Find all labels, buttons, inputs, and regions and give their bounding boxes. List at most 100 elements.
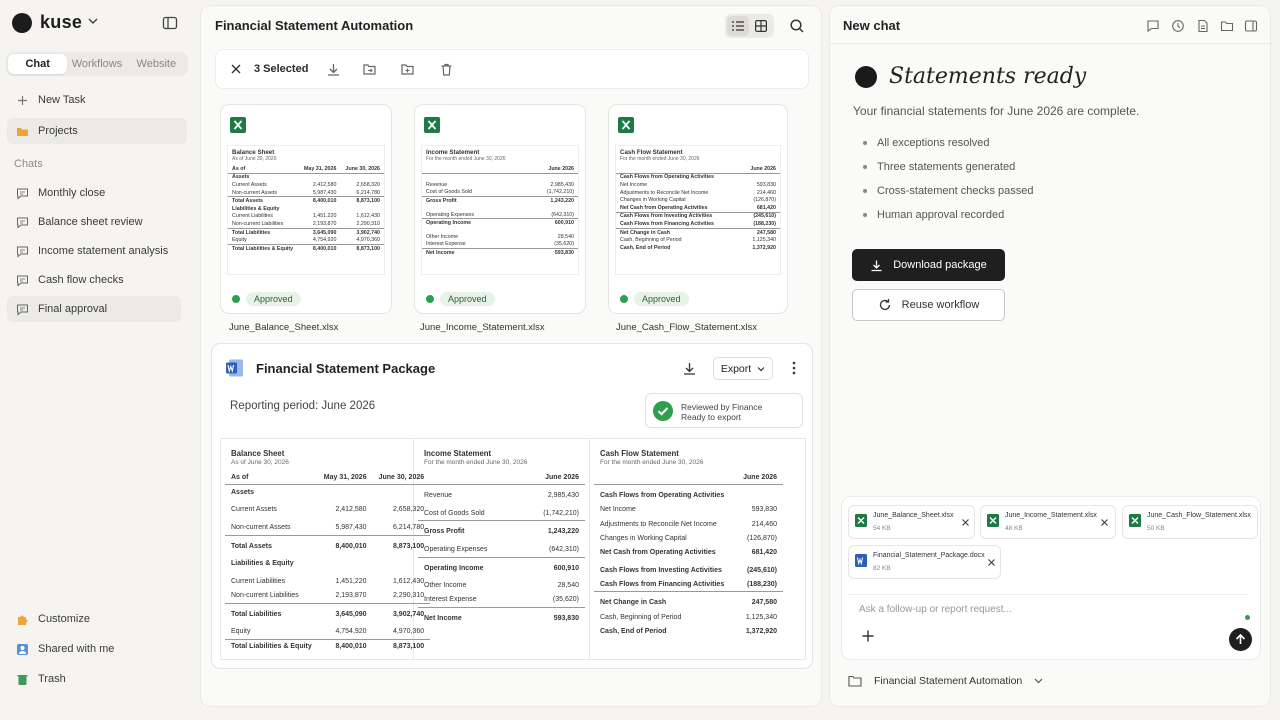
sidebar-item-customize[interactable]: Customize [7, 606, 187, 632]
selection-toolbar: 3 Selected [215, 49, 809, 89]
export-button[interactable]: Export [713, 357, 773, 380]
tab-workflows[interactable]: Workflows [67, 54, 126, 74]
chat-bubble-icon [17, 246, 28, 258]
remove-attachment-icon[interactable] [961, 518, 970, 527]
project-selector-label: Financial Statement Automation [874, 675, 1023, 687]
attachment-name: June_Balance_Sheet.xlsx [873, 512, 954, 519]
attachment-name: June_Cash_Flow_Statement.xlsx [1147, 512, 1251, 519]
file-card-cash-flow[interactable]: Cash Flow Statement For the month ended … [608, 104, 788, 314]
sidebar-item-projects[interactable]: Projects [7, 118, 187, 144]
move-to-icon[interactable] [362, 62, 377, 77]
export-label: Export [720, 362, 752, 375]
file-name[interactable]: June_Balance_Sheet.xlsx [229, 322, 338, 333]
excel-file-icon [855, 514, 867, 527]
balance-sheet-preview: Balance Sheet As of June 30, 2026 As of M… [227, 145, 385, 275]
chat-item-balance-sheet-review[interactable]: Balance sheet review [7, 209, 187, 235]
clear-selection-icon[interactable] [230, 63, 242, 75]
panel-toggle-icon[interactable] [1244, 19, 1258, 33]
status-badge: Approved [426, 291, 495, 307]
package-sheets: Balance Sheet As of June 30, 2026 As of M… [220, 438, 806, 660]
view-toggle [725, 14, 774, 38]
list-view-icon[interactable] [727, 16, 749, 36]
add-attachment-icon[interactable] [861, 629, 875, 643]
customize-label: Customize [38, 613, 90, 625]
brand-logo[interactable]: kuse [12, 12, 82, 33]
reuse-workflow-button[interactable]: Reuse workflow [852, 289, 1005, 321]
new-task-label: New Task [38, 94, 86, 106]
download-icon[interactable] [682, 361, 697, 376]
mode-tabs: Chat Workflows Website [6, 52, 188, 76]
reporting-period: Reporting period: June 2026 [230, 400, 376, 412]
word-file-icon [855, 554, 867, 567]
sidebar-toggle-icon[interactable] [162, 15, 178, 31]
file-card-balance-sheet[interactable]: Balance Sheet As of June 30, 2026 As of M… [220, 104, 392, 314]
preview-table: June 2026 Revenue 2,985,430 Cost of Goods… [422, 165, 578, 257]
sidebar-item-trash[interactable]: Trash [7, 666, 187, 692]
brand-name: kuse [40, 12, 83, 32]
chat-item-label: Final approval [38, 303, 108, 315]
brand-mark-icon [12, 12, 32, 33]
status-label: Approved [440, 292, 495, 306]
new-chat-icon[interactable] [1146, 19, 1160, 33]
chat-item-final-approval[interactable]: Final approval [7, 296, 181, 322]
folder-icon[interactable] [1220, 19, 1234, 33]
review-status-line: Reviewed by Finance [681, 402, 763, 412]
message-heading: Statements ready [889, 64, 1087, 89]
folder-icon [17, 127, 28, 136]
section-title: Income Statement [424, 449, 492, 458]
document-icon[interactable] [1196, 19, 1210, 33]
send-button[interactable] [1229, 628, 1252, 651]
new-folder-icon[interactable] [400, 62, 415, 77]
message-composer: June_Balance_Sheet.xlsx 54 KB June_Incom… [841, 496, 1261, 660]
sidebar-item-shared[interactable]: Shared with me [7, 636, 187, 662]
status-dot [620, 295, 628, 303]
preview-table: June 2026 Cash Flows from Operating Acti… [616, 165, 780, 252]
preview-subtitle: As of June 30, 2026 [232, 156, 277, 162]
delete-icon[interactable] [439, 62, 454, 77]
download-icon[interactable] [326, 62, 341, 77]
header-divider [830, 43, 1272, 44]
refresh-icon [879, 299, 890, 311]
grid-view-icon[interactable] [751, 16, 773, 36]
download-package-button[interactable]: Download package [852, 249, 1005, 281]
remove-attachment-icon[interactable] [1100, 518, 1109, 527]
chat-item-income-statement-analysis[interactable]: Income statement analysis [7, 238, 187, 264]
chat-item-cash-flow-checks[interactable]: Cash flow checks [7, 267, 187, 293]
section-title: Cash Flow Statement [600, 449, 679, 458]
project-selector[interactable]: Financial Statement Automation [848, 675, 1043, 687]
file-name[interactable]: June_Cash_Flow_Statement.xlsx [616, 322, 757, 333]
history-icon[interactable] [1171, 19, 1185, 33]
chat-title: New chat [843, 18, 901, 33]
attachment-size: 54 KB [873, 525, 891, 532]
message-input[interactable]: Ask a follow-up or report request... [849, 594, 1252, 657]
selected-count: 3 Selected [254, 63, 309, 75]
chevron-down-icon[interactable] [87, 15, 99, 27]
status-badge: Approved [232, 291, 301, 307]
download-icon [871, 260, 882, 271]
remove-attachment-icon[interactable] [987, 558, 996, 567]
new-task-button[interactable]: New Task [7, 87, 187, 113]
file-name[interactable]: June_Income_Statement.xlsx [420, 322, 545, 333]
checklist-item: Three statements generated [863, 161, 1015, 173]
tab-chat[interactable]: Chat [8, 54, 68, 74]
attachment-chip[interactable]: June_Balance_Sheet.xlsx 54 KB [848, 505, 975, 539]
chat-item-label: Balance sheet review [38, 216, 143, 228]
file-card-income-statement[interactable]: Income Statement For the month ended Jun… [414, 104, 586, 314]
attachment-chip[interactable]: Financial_Statement_Package.docx 82 KB [848, 545, 1001, 579]
chat-bubble-icon [17, 188, 28, 200]
more-options-icon[interactable] [792, 361, 796, 375]
cash-flow-preview: Cash Flow Statement For the month ended … [615, 145, 781, 275]
status-dot [426, 295, 434, 303]
section-table: As of May 31, 2026 June 30, 2026 Assets Cu… [225, 470, 431, 654]
section-title: Balance Sheet [231, 449, 285, 458]
excel-file-icon [618, 117, 634, 133]
tab-website[interactable]: Website [127, 54, 186, 74]
chat-item-monthly-close[interactable]: Monthly close [7, 180, 187, 206]
search-icon[interactable] [789, 18, 805, 34]
chat-item-label: Cash flow checks [38, 274, 124, 286]
shared-user-icon [17, 643, 28, 655]
message-subtitle: Your financial statements for June 2026 … [853, 104, 1140, 118]
input-placeholder: Ask a follow-up or report request... [859, 604, 1012, 615]
attachment-chip[interactable]: June_Cash_Flow_Statement.xlsx 50 KB [1122, 505, 1258, 539]
attachment-chip[interactable]: June_Income_Statement.xlsx 48 KB [980, 505, 1116, 539]
